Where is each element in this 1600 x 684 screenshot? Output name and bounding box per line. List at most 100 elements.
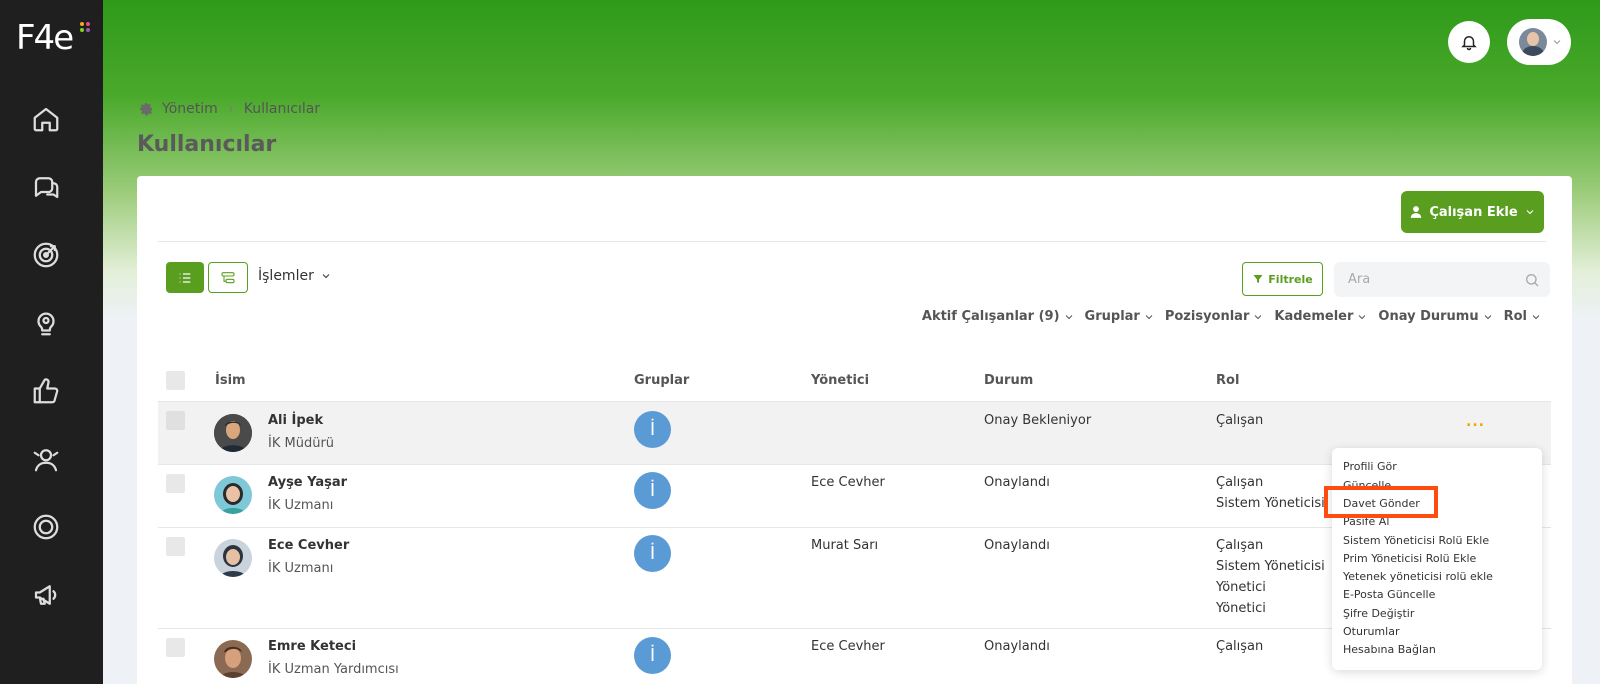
row-actions-button[interactable]: ... <box>1466 414 1485 430</box>
chevron-down-icon <box>1065 314 1072 319</box>
chevron-down-icon <box>1359 314 1366 319</box>
employee-name[interactable]: Ayşe Yaşar <box>268 475 347 490</box>
sidebar-item-settings[interactable] <box>26 507 66 547</box>
group-badge[interactable]: İ <box>634 472 671 509</box>
actions-label: İşlemler <box>258 268 314 284</box>
filter-button[interactable]: Filtrele <box>1242 262 1323 296</box>
avatar <box>214 539 252 577</box>
group-badge[interactable]: İ <box>634 411 671 448</box>
hierarchy-icon <box>221 271 235 283</box>
menu-item-change-password[interactable]: Şifre Değiştir <box>1343 607 1414 620</box>
menu-item-update-email[interactable]: E-Posta Güncelle <box>1343 588 1435 601</box>
sidebar-item-ideas[interactable] <box>26 303 66 343</box>
menu-item-impersonate[interactable]: Hesabına Bağlan <box>1343 643 1436 656</box>
row-checkbox[interactable] <box>166 638 185 657</box>
user-menu-button[interactable] <box>1507 19 1571 65</box>
chevron-down-icon <box>1145 314 1153 319</box>
sidebar-item-goals[interactable] <box>26 235 66 275</box>
status-cell: Onaylandı <box>984 639 1050 654</box>
tree-view-button[interactable] <box>208 262 248 293</box>
employee-name[interactable]: Ece Cevher <box>268 538 349 553</box>
divider <box>158 241 1546 242</box>
avatar-image <box>214 640 252 678</box>
actions-dropdown[interactable]: İşlemler <box>258 268 332 284</box>
sidebar-item-people[interactable] <box>26 439 66 479</box>
add-employee-label: Çalışan Ekle <box>1429 204 1518 220</box>
column-header-status[interactable]: Durum <box>984 373 1033 388</box>
search-icon[interactable] <box>1524 272 1540 288</box>
employee-title: İK Uzmanı <box>268 498 334 513</box>
status-cell: Onaylandı <box>984 475 1050 490</box>
menu-item-add-bonus-manager-role[interactable]: Prim Yöneticisi Rolü Ekle <box>1343 552 1476 565</box>
funnel-icon <box>1253 275 1263 283</box>
column-header-role[interactable]: Rol <box>1216 373 1239 388</box>
filter-label: Pozisyonlar <box>1164 309 1250 324</box>
chevron-down-icon <box>1532 314 1540 319</box>
logo-text: F4e <box>16 18 74 58</box>
notifications-button[interactable] <box>1448 21 1490 63</box>
row-checkbox[interactable] <box>166 474 185 493</box>
search-box <box>1334 262 1550 297</box>
sidebar-item-home[interactable] <box>26 99 66 139</box>
chevron-down-icon <box>1553 40 1561 45</box>
filter-label: Filtrele <box>1268 272 1313 286</box>
filter-approval-status[interactable]: Onay Durumu <box>1378 309 1493 324</box>
row-checkbox[interactable] <box>166 411 185 430</box>
employee-name[interactable]: Ali İpek <box>268 413 323 428</box>
filter-label: Onay Durumu <box>1378 309 1479 324</box>
bell-icon <box>1461 36 1477 51</box>
chevron-down-icon <box>322 274 330 279</box>
highlight-box <box>1324 486 1438 518</box>
menu-item-sessions[interactable]: Oturumlar <box>1343 625 1399 638</box>
filter-role[interactable]: Rol <box>1504 309 1542 324</box>
avatar-image <box>214 414 252 452</box>
filter-groups[interactable]: Gruplar <box>1085 309 1155 324</box>
role-cell: Çalışan <box>1216 636 1263 657</box>
row-checkbox[interactable] <box>166 537 185 556</box>
filter-dropdowns: Aktif Çalışanlar (9) Gruplar Pozisyonlar… <box>922 309 1542 324</box>
select-all-checkbox[interactable] <box>166 371 185 390</box>
menu-item-add-system-admin-role[interactable]: Sistem Yöneticisi Rolü Ekle <box>1343 534 1489 547</box>
role-cell: Çalışan <box>1216 410 1263 431</box>
sidebar-item-announcements[interactable] <box>26 575 66 615</box>
sidebar-item-feedback[interactable] <box>26 371 66 411</box>
filter-label: Gruplar <box>1084 309 1140 324</box>
manager-cell: Ece Cevher <box>811 475 885 490</box>
list-view-button[interactable] <box>166 262 204 293</box>
filter-positions[interactable]: Pozisyonlar <box>1165 309 1265 324</box>
megaphone-icon <box>34 585 57 605</box>
menu-item-view-profile[interactable]: Profili Gör <box>1343 460 1397 473</box>
filter-label: Rol <box>1503 309 1527 324</box>
filter-levels[interactable]: Kademeler <box>1274 309 1368 324</box>
group-badge[interactable]: İ <box>634 535 671 572</box>
sidebar-item-chat[interactable] <box>26 167 66 207</box>
logo-dots-icon <box>80 22 90 32</box>
group-badge[interactable]: İ <box>634 637 671 674</box>
avatar <box>214 476 252 514</box>
role-item: Çalışan <box>1216 538 1264 553</box>
chevron-down-icon <box>1526 210 1534 215</box>
role-item: Sistem Yöneticisi <box>1216 559 1325 574</box>
filter-label: Aktif Çalışanlar (9) <box>921 309 1060 324</box>
employee-title: İK Müdürü <box>268 436 335 451</box>
app-logo[interactable]: F4e <box>16 18 90 58</box>
role-item: Çalışan <box>1216 475 1264 490</box>
role-item: Sistem Yöneticisi <box>1216 496 1325 511</box>
breadcrumb-root[interactable]: Yönetim <box>162 101 218 117</box>
employee-title: İK Uzmanı <box>268 561 334 576</box>
status-cell: Onay Bekleniyor <box>984 413 1092 428</box>
menu-item-add-talent-manager-role[interactable]: Yetenek yöneticisi rolü ekle <box>1343 570 1493 583</box>
avatar <box>214 640 252 678</box>
filter-active-employees[interactable]: Aktif Çalışanlar (9) <box>922 309 1075 324</box>
employee-name[interactable]: Emre Keteci <box>268 639 356 654</box>
column-header-name[interactable]: İsim <box>215 373 246 388</box>
column-header-manager[interactable]: Yönetici <box>811 373 869 388</box>
people-icon <box>33 449 59 472</box>
search-input[interactable] <box>1348 272 1518 287</box>
column-header-groups[interactable]: Gruplar <box>634 373 689 388</box>
settings-icon <box>33 514 59 540</box>
sidebar: F4e <box>0 0 103 684</box>
status-cell: Onaylandı <box>984 538 1050 553</box>
row-divider <box>158 401 1551 402</box>
add-employee-button[interactable]: Çalışan Ekle <box>1401 191 1544 233</box>
